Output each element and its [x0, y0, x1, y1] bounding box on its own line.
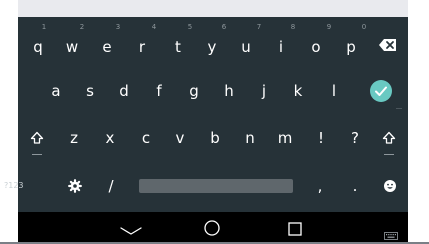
- key-i[interactable]: i: [266, 38, 296, 56]
- key-o[interactable]: o: [301, 38, 331, 56]
- key-u[interactable]: u: [231, 38, 261, 56]
- enter-button[interactable]: [370, 80, 392, 102]
- key-l[interactable]: l: [319, 82, 349, 100]
- chevron-down-icon[interactable]: [118, 222, 144, 235]
- key-hint-8: 8: [290, 23, 296, 31]
- key-period[interactable]: .: [340, 177, 370, 195]
- key-x[interactable]: x: [95, 129, 125, 147]
- key-s[interactable]: s: [75, 82, 105, 100]
- key-hint-7: 7: [256, 23, 262, 31]
- screen: 1 2 3 4 5 6 7 8 9 0 q w e r t y u i o p …: [0, 0, 429, 244]
- backspace-icon[interactable]: [378, 37, 398, 53]
- key-d[interactable]: d: [109, 82, 139, 100]
- space-bar[interactable]: [139, 179, 293, 193]
- key-y[interactable]: y: [197, 38, 227, 56]
- recents-icon[interactable]: [288, 221, 302, 236]
- shift-underline-right: [384, 154, 394, 155]
- key-hint-1: 1: [41, 23, 47, 31]
- check-icon: [375, 86, 387, 96]
- key-exclamation[interactable]: !: [306, 129, 336, 147]
- key-question[interactable]: ?: [340, 129, 370, 147]
- key-hint-2: 2: [79, 23, 85, 31]
- key-m[interactable]: m: [270, 129, 300, 147]
- app-content-area: [18, 0, 408, 17]
- key-g[interactable]: g: [179, 82, 209, 100]
- home-icon[interactable]: [204, 220, 220, 236]
- soft-keyboard: 1 2 3 4 5 6 7 8 9 0 q w e r t y u i o p …: [4, 17, 408, 212]
- key-hint-4: 4: [151, 23, 157, 31]
- key-z[interactable]: z: [59, 129, 89, 147]
- key-w[interactable]: w: [57, 38, 87, 56]
- key-v[interactable]: v: [165, 129, 195, 147]
- key-comma[interactable]: ,: [305, 177, 335, 195]
- key-hint-0: 0: [361, 23, 367, 31]
- shift-underline-left: [32, 154, 42, 155]
- shift-icon[interactable]: [30, 130, 44, 144]
- keyboard-icon[interactable]: [384, 225, 398, 240]
- key-hint-3: 3: [115, 23, 121, 31]
- key-f[interactable]: f: [144, 82, 174, 100]
- key-slash[interactable]: /: [96, 177, 126, 195]
- shift-icon-right[interactable]: [382, 130, 396, 144]
- enter-underline: [396, 108, 402, 109]
- key-e[interactable]: e: [92, 38, 122, 56]
- key-p[interactable]: p: [336, 38, 366, 56]
- key-a[interactable]: a: [41, 82, 71, 100]
- key-r[interactable]: r: [127, 38, 157, 56]
- key-hint-6: 6: [221, 23, 227, 31]
- emoji-icon[interactable]: [383, 178, 397, 192]
- symbols-key[interactable]: ?123: [4, 181, 24, 191]
- gear-icon[interactable]: [68, 178, 82, 193]
- key-c[interactable]: c: [131, 129, 161, 147]
- key-n[interactable]: n: [235, 129, 265, 147]
- key-k[interactable]: k: [283, 82, 313, 100]
- key-j[interactable]: j: [249, 82, 279, 100]
- key-b[interactable]: b: [200, 129, 230, 147]
- key-hint-5: 5: [187, 23, 193, 31]
- navigation-bar: [18, 212, 408, 244]
- key-h[interactable]: h: [214, 82, 244, 100]
- key-t[interactable]: t: [163, 38, 193, 56]
- key-q[interactable]: q: [23, 38, 53, 56]
- key-hint-9: 9: [326, 23, 332, 31]
